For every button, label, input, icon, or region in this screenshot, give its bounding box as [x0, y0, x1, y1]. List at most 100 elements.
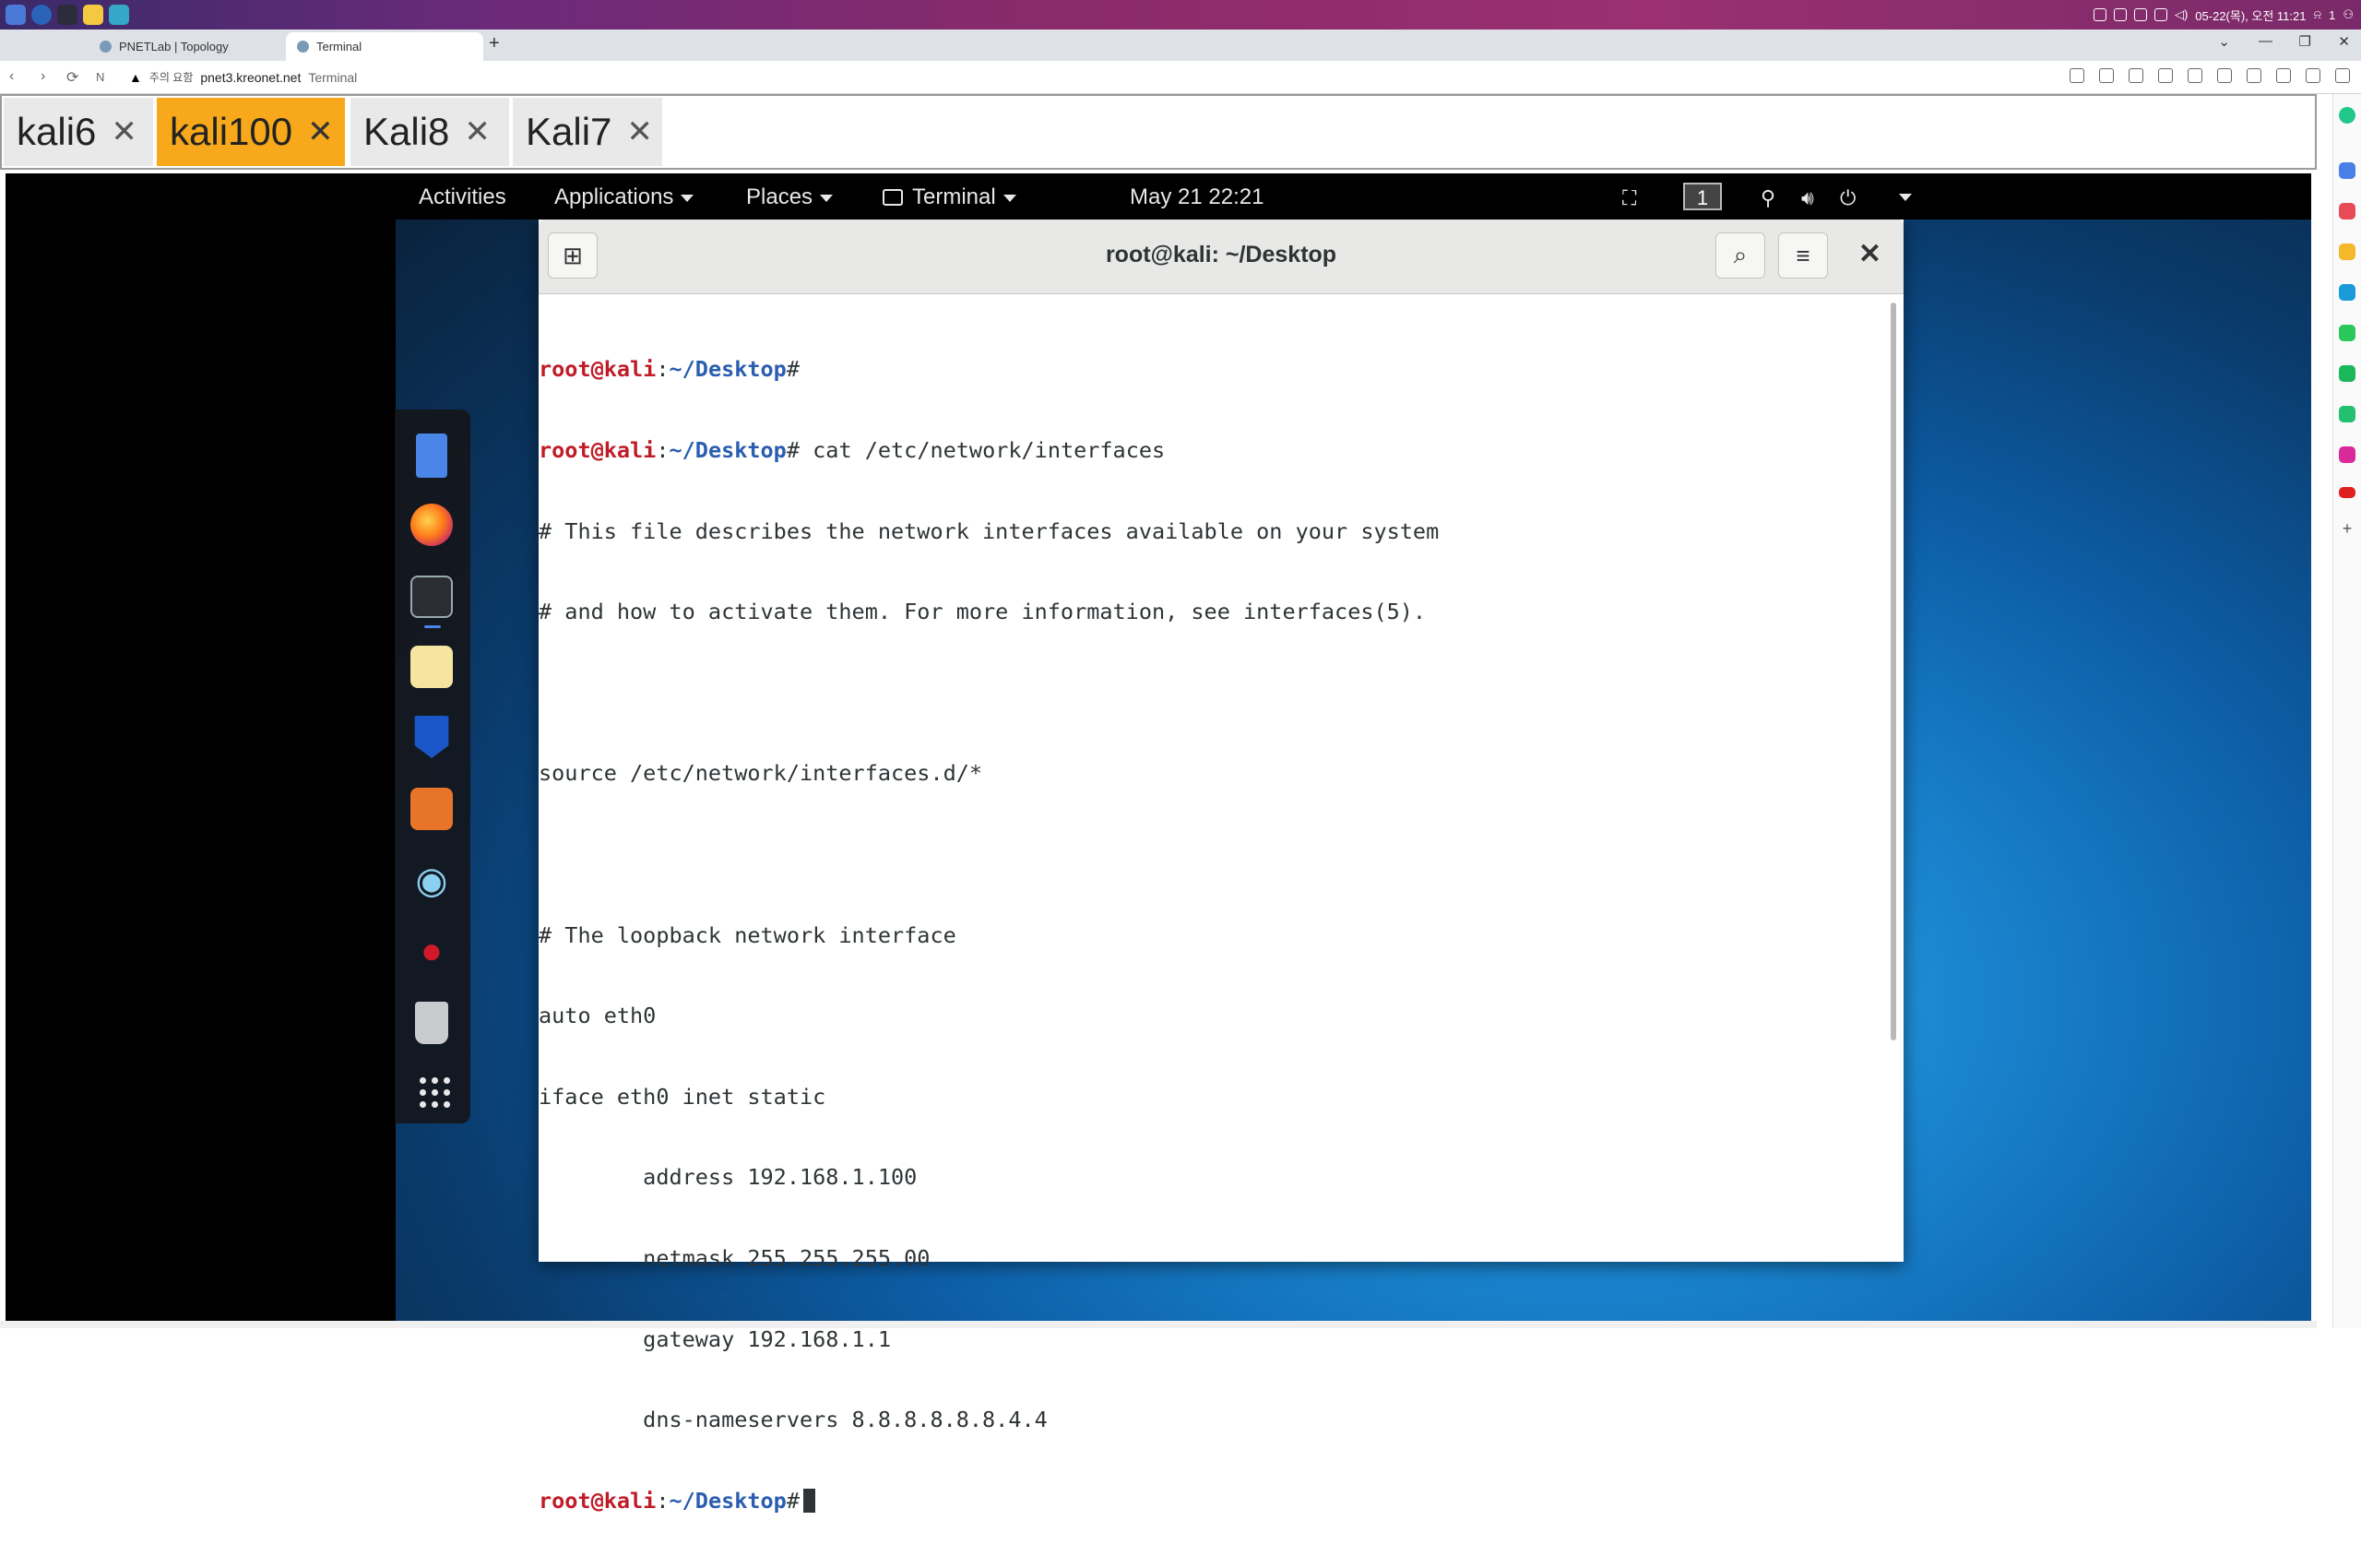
bookmark-icon[interactable] [2099, 68, 2114, 83]
hamburger-menu-button[interactable]: ≡ [1778, 232, 1828, 279]
firefox-icon[interactable] [410, 504, 453, 546]
workspace-indicator[interactable]: 1 [1683, 183, 1722, 210]
tray-app-icon[interactable] [2093, 8, 2106, 21]
terminal-output[interactable]: root@kali:~/Desktop# root@kali:~/Desktop… [539, 293, 1904, 1513]
tray-datetime[interactable]: 05-22(목), 오전 11:21 [2195, 6, 2306, 24]
command-text: cat /etc/network/interfaces [800, 437, 1166, 463]
terminal-launcher-icon[interactable] [57, 5, 77, 25]
menu-icon[interactable] [2335, 68, 2350, 83]
sidebar-icon[interactable] [2276, 68, 2291, 83]
output-line: # The loopback network interface [539, 921, 956, 948]
remote-console[interactable]: Activities Applications Places Terminal … [6, 173, 2311, 1514]
security-label: 주의 요함 [148, 71, 194, 84]
search-button[interactable]: ⌕ [1715, 232, 1765, 279]
console-tab-kali7[interactable]: Kali7 ✕ [513, 98, 662, 166]
network-icon[interactable]: ⚲ [1761, 186, 1775, 210]
browser-tab-title: Terminal [316, 40, 362, 53]
url-host: pnet3.kreonet.net [200, 69, 302, 85]
sidepanel-shop-icon[interactable] [2339, 325, 2355, 341]
user-icon[interactable]: ⚇ [2343, 7, 2354, 22]
close-icon[interactable]: ✕ [626, 113, 653, 150]
site-info-icon[interactable]: N [96, 70, 104, 84]
console-tab-kali100[interactable]: kali100 ✕ [157, 98, 345, 166]
files-icon[interactable] [416, 434, 447, 478]
terminal-scrollbar[interactable] [1891, 303, 1896, 1040]
app-grid-icon[interactable] [420, 1077, 450, 1108]
volume-icon[interactable]: 🔊︎ [1801, 186, 1814, 210]
places-menu[interactable]: Places [746, 184, 834, 210]
burp-icon[interactable] [410, 788, 453, 830]
profile-icon[interactable] [2306, 68, 2320, 83]
console-tab-kali6[interactable]: kali6 ✕ [4, 98, 153, 166]
sidepanel-star-icon[interactable] [2339, 244, 2355, 260]
address-field[interactable]: ▲ 주의 요함 pnet3.kreonet.net Terminal [129, 69, 357, 85]
tab-search-icon[interactable]: ⌄ [2218, 33, 2230, 50]
forward-icon[interactable]: › [41, 68, 45, 85]
cherry-icon[interactable]: ● [410, 930, 453, 972]
clock[interactable]: May 21 22:21 [1130, 184, 1264, 210]
close-icon[interactable]: ✕ [111, 113, 137, 150]
prompt-separator: : [656, 1487, 670, 1514]
console-tab-kali8[interactable]: Kali8 ✕ [350, 98, 509, 166]
os-launcher-icon[interactable] [6, 5, 26, 25]
maltego-icon[interactable] [414, 716, 449, 758]
restore-button[interactable]: ❐ [2299, 33, 2311, 50]
terminal-prompt-line: root@kali:~/Desktop# [539, 356, 1904, 383]
power-icon[interactable]: ⏻ [1840, 186, 1856, 210]
terminal-app-menu[interactable]: Terminal [883, 184, 1016, 210]
terminal-favicon-icon [297, 41, 309, 53]
app-launcher-icon[interactable] [109, 5, 129, 25]
trash-icon[interactable] [415, 1002, 448, 1044]
zoom-icon[interactable] [2070, 68, 2084, 83]
prompt-symbol: # [786, 356, 800, 383]
chevron-down-icon[interactable] [1899, 194, 1912, 201]
output-line: dns-nameservers 8.8.8.8.8.8.4.4 [539, 1407, 1048, 1433]
output-line: gateway 192.168.1.1 [539, 1325, 892, 1352]
sidepanel-webtoon-icon[interactable] [2339, 406, 2355, 422]
terminal-window[interactable]: ⊞ root@kali: ~/Desktop ⌕ ≡ ✕ root@kali:~… [539, 220, 1904, 1514]
close-icon[interactable]: ✕ [464, 113, 491, 150]
close-icon[interactable]: ✕ [307, 113, 334, 150]
address-toolbar: ‹ › ⟳ N ▲ 주의 요함 pnet3.kreonet.net Termin… [0, 61, 2361, 94]
sidepanel-chart-icon[interactable] [2339, 365, 2355, 382]
output-line: auto eth0 [539, 1003, 657, 1029]
reload-icon[interactable]: ⟳ [66, 68, 78, 87]
sidepanel-youtube-icon[interactable] [2339, 487, 2355, 498]
activities-button[interactable]: Activities [419, 184, 506, 210]
split-view-icon[interactable] [2247, 68, 2261, 83]
tray-network-icon[interactable] [2113, 8, 2127, 21]
eye-icon[interactable]: ◉ [410, 860, 453, 902]
warning-icon: ▲ [129, 69, 142, 85]
sidepanel-add-icon[interactable]: + [2339, 520, 2355, 537]
page-bottom-edge [0, 1321, 2317, 1328]
terminal-icon[interactable] [410, 576, 453, 618]
browser-tab-topology[interactable]: PNETLab | Topology [89, 32, 282, 61]
tray-display-icon[interactable] [2133, 8, 2147, 21]
terminal-headerbar: ⊞ root@kali: ~/Desktop ⌕ ≡ ✕ [539, 220, 1904, 294]
tray-printer-icon[interactable] [2153, 8, 2167, 21]
minimize-button[interactable]: — [2259, 33, 2272, 49]
notification-count: 1 [2329, 7, 2336, 22]
text-editor-icon[interactable] [410, 646, 453, 688]
extension-icon[interactable] [2129, 68, 2143, 83]
close-button[interactable]: ✕ [1858, 238, 1881, 270]
back-icon[interactable]: ‹ [9, 68, 14, 85]
sidepanel-instagram-icon[interactable] [2339, 446, 2355, 463]
sidepanel-calendar-icon[interactable] [2339, 162, 2355, 179]
extension-puzzle-icon[interactable] [2158, 68, 2173, 83]
new-tab-button[interactable]: + [489, 33, 500, 54]
close-window-button[interactable]: ✕ [2338, 33, 2350, 50]
volume-icon[interactable]: ◁) [2175, 7, 2188, 22]
download-icon[interactable] [2188, 68, 2202, 83]
screenshot-icon[interactable] [2217, 68, 2232, 83]
browser-launcher-icon[interactable] [31, 5, 52, 25]
applications-menu[interactable]: Applications [554, 184, 694, 210]
notification-icon[interactable]: ⍾ [2314, 7, 2322, 22]
sidepanel-pocket-icon[interactable] [2339, 203, 2355, 220]
sidepanel-app-icon[interactable] [2339, 107, 2355, 124]
browser-tab-terminal[interactable]: Terminal [286, 32, 483, 61]
people-icon[interactable]: ⛶ [1622, 186, 1636, 210]
sidepanel-edge-icon[interactable] [2339, 284, 2355, 301]
folder-launcher-icon[interactable] [83, 5, 103, 25]
